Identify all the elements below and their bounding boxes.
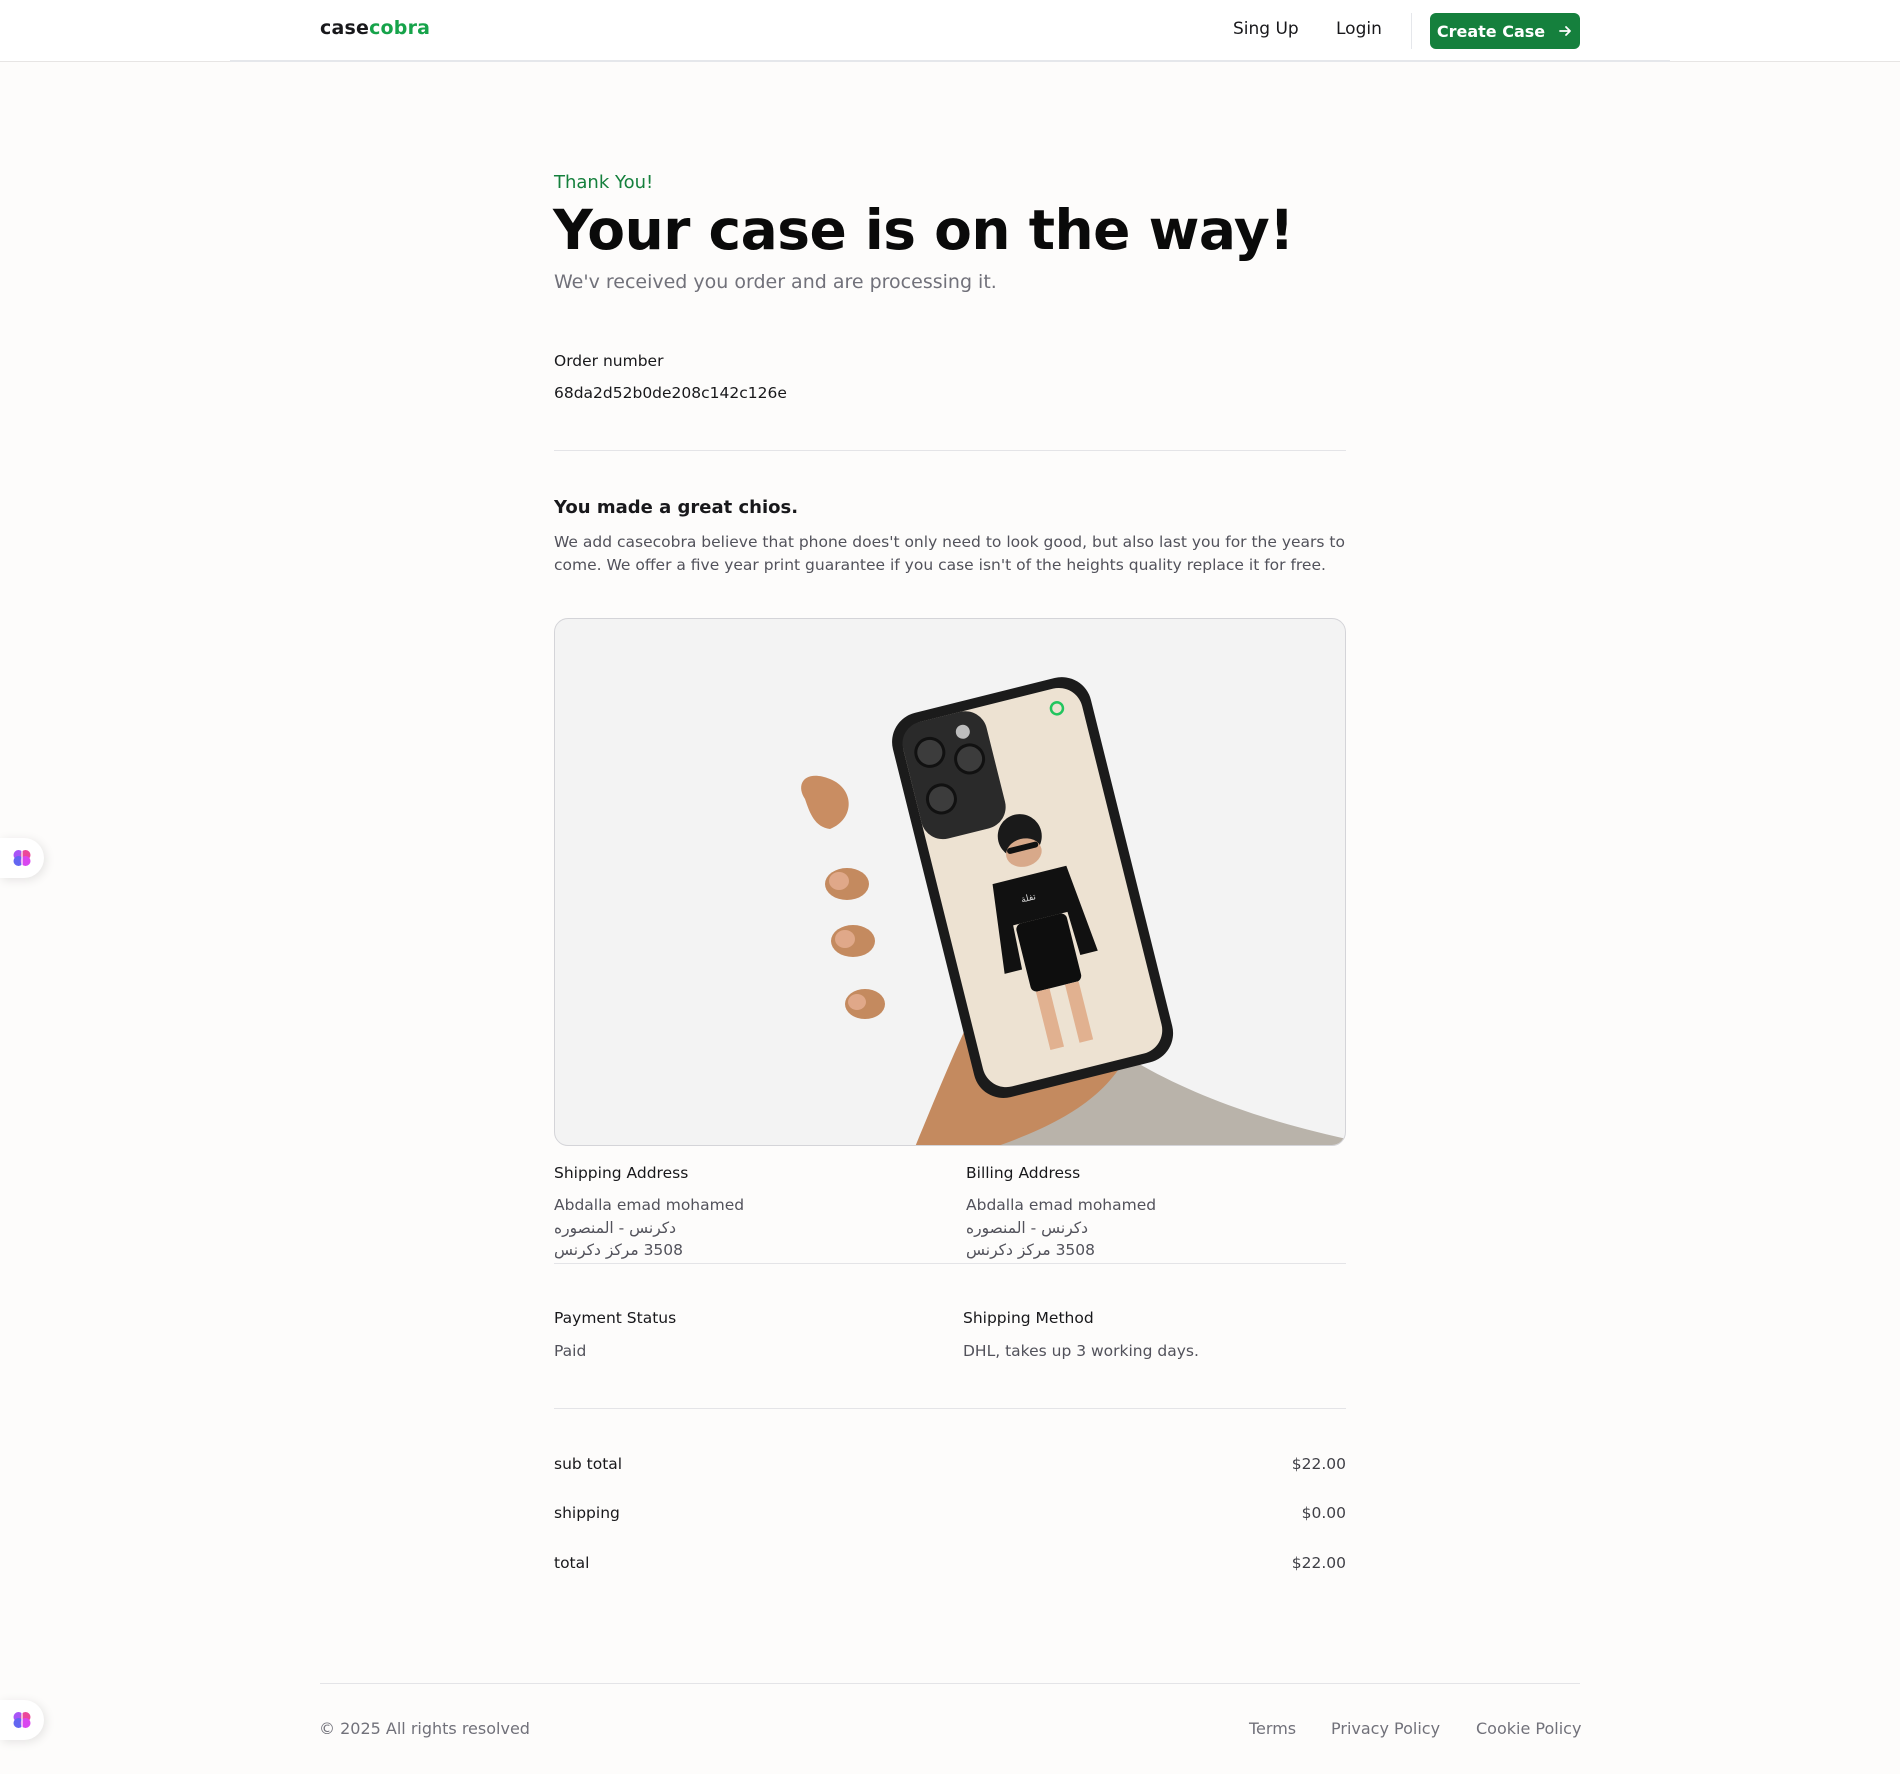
hand-holding-phone-image: ﺗﻔﻠﺔ bbox=[801, 677, 1345, 1145]
signup-link[interactable]: Sing Up bbox=[1233, 19, 1299, 39]
floating-assistant-button[interactable] bbox=[0, 1700, 44, 1740]
copyright: © 2025 All rights resolved bbox=[319, 1719, 530, 1738]
shipping-cost-value: $0.00 bbox=[1301, 1504, 1346, 1522]
footer-divider bbox=[320, 1683, 1580, 1684]
navbar: casecobra Sing Up Login Create Case bbox=[0, 0, 1900, 62]
divider bbox=[554, 1408, 1346, 1409]
arrow-right-icon bbox=[1559, 26, 1572, 36]
divider bbox=[554, 1263, 1346, 1264]
divider bbox=[554, 450, 1346, 451]
subtotal-value: $22.00 bbox=[1291, 1455, 1346, 1473]
shipping-cost-label: shipping bbox=[554, 1504, 620, 1522]
page-title: Your case is on the way! bbox=[553, 198, 1294, 262]
choice-text: We add casecobra believe that phone does… bbox=[554, 533, 1345, 574]
billing-address: Billing Address Abdalla emad mohamed دكر… bbox=[966, 1164, 1346, 1262]
subtotal-label: sub total bbox=[554, 1455, 623, 1473]
billing-address-label: Billing Address bbox=[966, 1164, 1081, 1182]
shipping-line2: 3508 مركز دكرنس bbox=[554, 1241, 684, 1259]
create-case-label: Create Case bbox=[1436, 21, 1546, 41]
payment-status: Payment Status Paid bbox=[554, 1309, 934, 1360]
nav-divider bbox=[1411, 13, 1412, 49]
brain-icon bbox=[13, 1712, 31, 1728]
shipping-method: Shipping Method DHL, takes up 3 working … bbox=[963, 1309, 1343, 1360]
payment-status-value: Paid bbox=[554, 1342, 587, 1360]
privacy-policy-link[interactable]: Privacy Policy bbox=[1331, 1719, 1440, 1738]
logo-part-cobra: cobra bbox=[369, 17, 431, 39]
shipping-address: Shipping Address Abdalla emad mohamed دك… bbox=[554, 1164, 934, 1262]
total-row: total $22.00 bbox=[554, 1554, 1346, 1572]
case-preview: ﺗﻔﻠﺔ bbox=[554, 618, 1346, 1146]
subtotal-row: sub total $22.00 bbox=[554, 1455, 1346, 1473]
navbar-underline bbox=[230, 60, 1670, 62]
billing-line1: دكرنس - المنصوره bbox=[966, 1218, 1089, 1237]
create-case-button[interactable]: Create Case bbox=[1430, 13, 1580, 49]
total-label: total bbox=[554, 1554, 590, 1572]
terms-link[interactable]: Terms bbox=[1249, 1719, 1296, 1738]
cookie-policy-link[interactable]: Cookie Policy bbox=[1476, 1719, 1581, 1738]
shipping-method-label: Shipping Method bbox=[963, 1309, 1094, 1327]
shipping-row: shipping $0.00 bbox=[554, 1504, 1346, 1522]
billing-line2: 3508 مركز دكرنس bbox=[966, 1241, 1096, 1259]
logo[interactable]: casecobra bbox=[320, 17, 430, 39]
logo-part-case: case bbox=[320, 17, 370, 39]
payment-status-label: Payment Status bbox=[554, 1309, 677, 1327]
brain-icon bbox=[13, 850, 31, 866]
thank-you-label: Thank You! bbox=[554, 172, 654, 193]
floating-assistant-button[interactable] bbox=[0, 838, 44, 878]
total-value: $22.00 bbox=[1291, 1554, 1346, 1572]
shipping-method-value: DHL, takes up 3 working days. bbox=[963, 1342, 1199, 1360]
shipping-line1: دكرنس - المنصوره bbox=[554, 1218, 677, 1237]
shipping-address-label: Shipping Address bbox=[554, 1164, 689, 1182]
shipping-name: Abdalla emad mohamed bbox=[554, 1196, 745, 1214]
order-number-value: 68da2d52b0de208c142c126e bbox=[554, 384, 787, 402]
billing-name: Abdalla emad mohamed bbox=[966, 1196, 1157, 1214]
order-number-label: Order number bbox=[554, 352, 664, 370]
choice-title: You made a great chios. bbox=[554, 497, 799, 518]
login-link[interactable]: Login bbox=[1336, 19, 1382, 39]
page-subtitle: We'v received you order and are processi… bbox=[554, 271, 997, 293]
